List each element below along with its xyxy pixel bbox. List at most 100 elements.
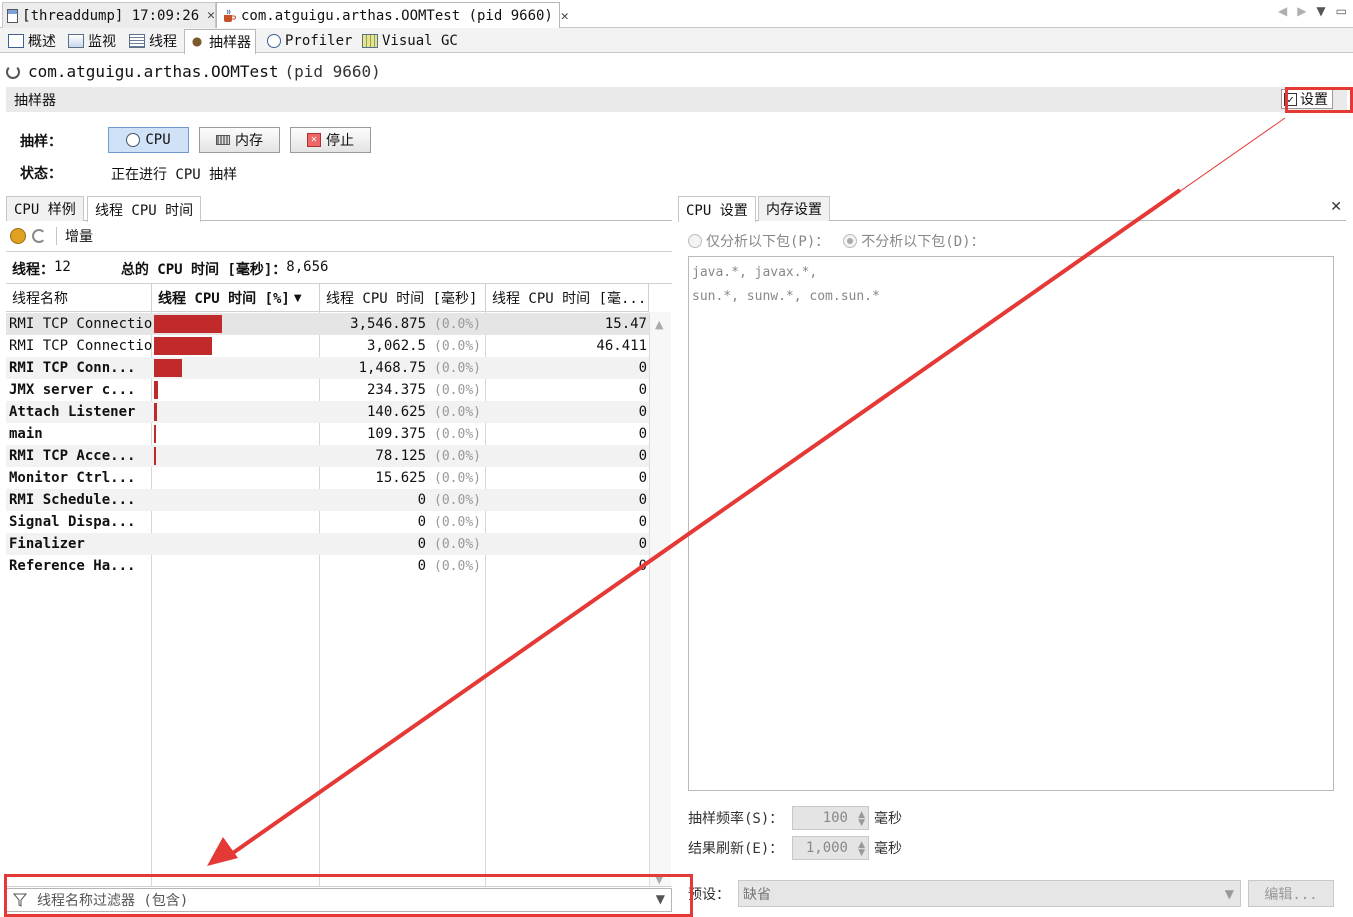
spinner-arrows-icon[interactable]: ▲ ▼ [858,841,865,858]
sample-label: 抽样： [20,134,62,150]
tab-sampler-label: 抽样器 [209,35,251,51]
table-row[interactable]: Attach Listener 140.625 (0.0%) 0 [6,401,649,423]
cpu-time-cell: 0 [638,492,647,508]
edit-preset-button[interactable]: 编辑... [1248,880,1334,907]
cpu-percent-text-cell: (0.0%) [434,382,481,398]
cpu-ms-cell: 0 [417,514,426,530]
table-row[interactable]: Monitor Ctrl... 15.625 (0.0%) 0 [6,467,649,489]
preset-select[interactable]: 缺省 ▼ [738,880,1241,907]
preset-label: 预设： [688,887,730,903]
thread-name-cell: Attach Listener [9,404,136,420]
memory-button[interactable]: 内存 [199,127,280,153]
column-header-cpu-time[interactable]: 线程 CPU 时间 [毫... [486,284,649,312]
tab-threads[interactable]: 线程 [125,29,181,53]
table-row[interactable]: Finalizer 0 (0.0%) 0 [6,533,649,555]
cpu-time-cell: 0 [638,404,647,420]
table-row[interactable]: RMI Schedule... 0 (0.0%) 0 [6,489,649,511]
column-header-cpu-percent[interactable]: 线程 CPU 时间 [%] ▼ [152,284,320,312]
visual-gc-icon [362,34,378,48]
tab-sampler[interactable]: 抽样器 [184,29,256,54]
column-header-cpu-ms[interactable]: 线程 CPU 时间 [毫秒] [320,284,486,312]
memory-button-label: 内存 [235,133,263,149]
annotation-box-filter [4,874,693,917]
table-row[interactable]: RMI TCP Connection 3,546.875 (0.0%) 15.47 [6,313,649,335]
table-row[interactable]: JMX server c... 234.375 (0.0%) 0 [6,379,649,401]
tab-cpu-samples[interactable]: CPU 样例 [6,196,84,221]
app-pid: (pid 9660) [284,62,381,81]
refresh-value: 1,000 [805,840,848,856]
tab-threaddump-label: [threaddump] 17:09:26 [22,7,200,24]
tab-list-icon[interactable]: ▼ [1316,4,1325,18]
delta-toggle[interactable]: 增量 [65,226,93,246]
threads-label: 线程： [12,262,54,278]
tab-visual-gc[interactable]: Visual GC [358,29,462,53]
scroll-right-icon[interactable]: ▶ [1297,4,1306,18]
tab-overview[interactable]: 概述 [4,29,60,53]
thread-name-cell: Finalizer [9,536,85,552]
tab-visual-gc-label: Visual GC [382,33,458,49]
stop-button[interactable]: ✕ 停止 [290,127,371,153]
radio-only-packages[interactable] [688,234,702,248]
package-list-textarea[interactable]: java.*, javax.*, sun.*, sunw.*, com.sun.… [688,256,1334,791]
sampling-rate-label: 抽样频率(S)： [688,811,784,827]
sampling-rate-value: 100 [822,810,848,826]
cpu-ms-cell: 109.375 [366,426,426,442]
table-row[interactable]: RMI TCP Connection 3,062.5 (0.0%) 46.411 [6,335,649,357]
cpu-time-cell: 46.411 [596,338,647,354]
refresh-icon[interactable] [32,229,46,243]
radio-exclude-packages-label: 不分析以下包(D)： [861,234,985,250]
cpu-percent-text-cell: (0.0%) [434,536,481,552]
tab-oomtest[interactable]: com.atguigu.arthas.OOMTest (pid 9660) ✕ [216,2,569,29]
close-icon[interactable]: ✕ [1330,199,1342,215]
table-row[interactable]: Signal Dispa... 0 (0.0%) 0 [6,511,649,533]
monitor-chart-icon [68,34,84,48]
restore-window-icon[interactable]: ▭ [1336,4,1347,18]
cpu-time-cell: 0 [638,448,647,464]
tab-overview-label: 概述 [28,34,56,50]
tab-cpu-settings[interactable]: CPU 设置 [678,196,756,222]
table-row[interactable]: main 109.375 (0.0%) 0 [6,423,649,445]
scroll-up-icon[interactable]: ▲ [655,318,663,331]
left-panel-tabs: CPU 样例 线程 CPU 时间 [6,196,672,222]
tab-memory-settings[interactable]: 内存设置 [758,196,830,221]
thread-name-cell: JMX server c... [9,382,136,398]
info-icon [8,34,24,48]
close-icon[interactable]: ✕ [561,9,569,24]
tab-oomtest-label: com.atguigu.arthas.OOMTest (pid 9660) [241,8,553,24]
thread-name-cell: main [9,426,43,442]
table-row[interactable]: RMI TCP Conn... 1,468.75 (0.0%) 0 [6,357,649,379]
table-row[interactable]: RMI TCP Acce... 78.125 (0.0%) 0 [6,445,649,467]
tab-thread-cpu-time[interactable]: 线程 CPU 时间 [87,196,202,222]
vertical-scrollbar[interactable]: ▲ ▼ [649,312,671,886]
thread-name-cell: Signal Dispa... [9,514,136,530]
cpu-percent-bar [154,403,157,421]
toolbar-separator [56,227,57,245]
refresh-field[interactable]: 1,000 ▲ ▼ [792,836,869,860]
column-header-name[interactable]: 线程名称 [6,284,152,312]
preset-value: 缺省 [743,886,771,903]
document-tab-strip: [threaddump] 17:09:26 ✕ com.atguigu.arth… [0,0,1353,29]
table-row[interactable]: Reference Ha... 0 (0.0%) 0 [6,555,649,577]
spinner-arrows-icon[interactable]: ▲ ▼ [858,811,865,828]
close-icon[interactable]: ✕ [207,8,215,23]
cpu-ms-cell: 0 [417,492,426,508]
tab-monitor[interactable]: 监视 [64,29,120,53]
sampling-rate-field[interactable]: 100 ▲ ▼ [792,806,869,830]
thread-name-cell: RMI TCP Conn... [9,360,136,376]
tab-threads-label: 线程 [149,34,177,50]
page-title: com.atguigu.arthas.OOMTest (pid 9660) [6,62,381,81]
scroll-left-icon[interactable]: ◀ [1278,4,1287,18]
cpu-time-cell: 0 [638,382,647,398]
tab-profiler[interactable]: Profiler [263,29,356,53]
cpu-percent-bar [154,337,212,355]
cpu-ms-cell: 15.625 [375,470,426,486]
app-name: com.atguigu.arthas.OOMTest [28,62,279,81]
cpu-percent-text-cell: (0.0%) [434,404,481,420]
cpu-button[interactable]: CPU [108,127,189,153]
cpu-percent-bar [154,381,158,399]
pause-icon[interactable] [10,228,26,244]
thread-name-cell: Reference Ha... [9,558,136,574]
radio-exclude-packages[interactable] [843,234,858,248]
threads-icon [129,34,145,48]
tab-threaddump[interactable]: [threaddump] 17:09:26 ✕ [2,2,216,28]
